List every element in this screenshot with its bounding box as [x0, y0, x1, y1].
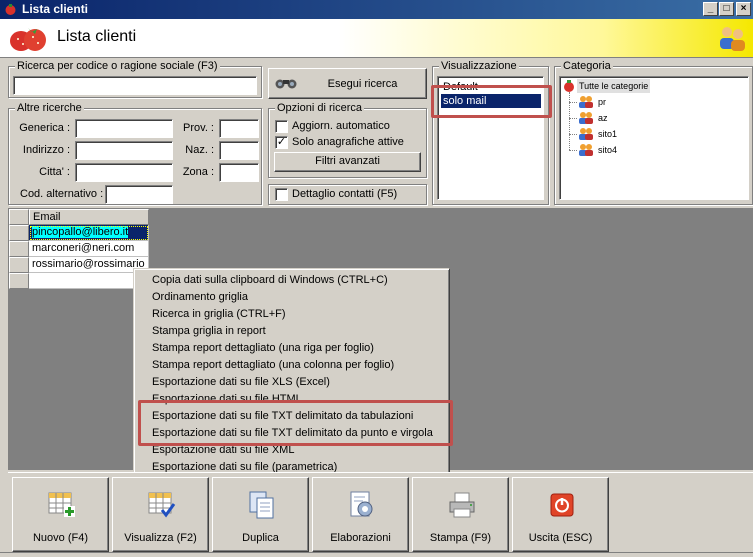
view-highlight-box	[431, 85, 552, 118]
grid-cell-email[interactable]: rossimario@rossimario	[29, 257, 149, 273]
citta-label: Citta' :	[39, 166, 70, 178]
cod-alt-label: Cod. alternativo :	[20, 188, 104, 200]
strawberry-small-icon	[564, 80, 574, 92]
menu-item-print-grid[interactable]: Stampa griglia in report	[152, 323, 266, 340]
generica-label: Generica :	[19, 122, 70, 134]
export-highlight-box	[138, 400, 453, 446]
indirizzo-input[interactable]	[75, 141, 173, 160]
zona-label: Zona :	[182, 166, 214, 178]
prov-input[interactable]	[219, 119, 259, 138]
only-active-label: Solo anagrafiche attive	[292, 136, 404, 148]
window-title: Lista clienti	[22, 2, 89, 16]
table-row[interactable]: marconeri@neri.com	[9, 241, 149, 257]
column-header-email[interactable]: Email	[29, 209, 149, 225]
new-grid-icon	[48, 492, 75, 517]
process-button-label: Elaborazioni	[330, 532, 391, 544]
menu-item-print-detail-row[interactable]: Stampa report dettagliato (una riga per …	[152, 340, 374, 357]
advanced-filters-button[interactable]: Filtri avanzati	[274, 152, 421, 172]
print-button[interactable]: Stampa (F9)	[412, 477, 509, 552]
tree-item-az[interactable]: az	[598, 111, 608, 125]
menu-item-sort-grid[interactable]: Ordinamento griglia	[152, 289, 248, 306]
table-row[interactable]: pincopallo@libero.it	[9, 225, 149, 241]
tree-item-root[interactable]: Tutte le categorie	[577, 79, 651, 93]
menu-item-print-detail-column[interactable]: Stampa report dettagliato (una colonna p…	[152, 357, 394, 374]
view-button[interactable]: Visualizza (F2)	[112, 477, 209, 552]
tree-item-sito4[interactable]: sito4	[598, 143, 617, 157]
indirizzo-label: Indirizzo :	[22, 144, 70, 156]
grid-cell-email[interactable]: marconeri@neri.com	[29, 241, 149, 257]
other-search-legend: Altre ricerche	[15, 102, 84, 114]
tree-item-sito1[interactable]: sito1	[598, 127, 617, 141]
zona-input[interactable]	[219, 163, 259, 182]
binoculars-icon	[275, 79, 297, 89]
view-legend: Visualizzazione	[439, 60, 519, 72]
auto-update-label: Aggiorn. automatico	[292, 120, 390, 132]
maximize-button[interactable]: □	[719, 2, 734, 16]
naz-input[interactable]	[219, 141, 259, 160]
group-icon	[579, 112, 593, 124]
cod-alt-input[interactable]	[105, 185, 173, 204]
process-icon	[350, 491, 373, 517]
exit-button[interactable]: Uscita (ESC)	[512, 477, 609, 552]
search-input[interactable]	[13, 76, 257, 95]
minimize-button[interactable]: _	[703, 2, 718, 16]
new-button-label: Nuovo (F4)	[32, 532, 89, 544]
citta-input[interactable]	[75, 163, 173, 182]
duplicate-button[interactable]: Duplica	[212, 477, 309, 552]
strawberry-icon	[10, 28, 46, 51]
status-bar	[0, 552, 753, 557]
search-legend: Ricerca per codice o ragione sociale (F3…	[15, 60, 220, 72]
power-icon	[550, 493, 574, 517]
search-button[interactable]: Esegui ricerca	[268, 68, 427, 99]
users-icon	[720, 27, 745, 51]
view-button-label: Visualizza (F2)	[124, 532, 197, 544]
contact-detail-checkbox[interactable]	[275, 188, 288, 201]
table-row[interactable]: rossimario@rossimario	[9, 257, 149, 273]
duplicate-icon	[249, 491, 274, 519]
app-icon	[5, 4, 16, 15]
page-title: Lista clienti	[57, 28, 137, 45]
page-header: Lista clienti	[0, 19, 753, 58]
search-button-label: Esegui ricerca	[327, 78, 398, 90]
tree-item-pr[interactable]: pr	[598, 95, 606, 109]
grid-header-row: Email	[9, 209, 149, 225]
window-titlebar: Lista clienti _ □ ×	[0, 0, 753, 19]
group-icon	[579, 128, 593, 140]
new-button[interactable]: Nuovo (F4)	[12, 477, 109, 552]
group-icon	[579, 144, 593, 156]
options-legend: Opzioni di ricerca	[275, 102, 364, 114]
only-active-checkbox[interactable]: ✓	[275, 136, 288, 149]
exit-button-label: Uscita (ESC)	[528, 532, 593, 544]
view-grid-icon	[148, 492, 176, 518]
table-row-empty	[9, 273, 149, 289]
category-tree[interactable]: Tutte le categorie pr az sito1 sito4	[559, 76, 749, 200]
category-legend: Categoria	[561, 60, 613, 72]
context-menu: Copia dati sulla clipboard di Windows (C…	[133, 268, 450, 478]
close-button[interactable]: ×	[736, 2, 751, 16]
naz-label: Naz. :	[185, 144, 214, 156]
process-button[interactable]: Elaborazioni	[312, 477, 409, 552]
duplicate-button-label: Duplica	[242, 532, 279, 544]
menu-item-copy-clipboard[interactable]: Copia dati sulla clipboard di Windows (C…	[152, 272, 388, 289]
generica-input[interactable]	[75, 119, 173, 138]
contact-detail-label: Dettaglio contatti (F5)	[292, 188, 398, 200]
printer-icon	[449, 492, 475, 518]
print-button-label: Stampa (F9)	[429, 532, 492, 544]
prov-label: Prov. :	[183, 122, 214, 134]
group-icon	[579, 96, 593, 108]
grid-cell-email[interactable]: pincopallo@libero.it	[29, 225, 149, 241]
auto-update-checkbox[interactable]	[275, 120, 288, 133]
menu-item-export-xls[interactable]: Esportazione dati su file XLS (Excel)	[152, 374, 330, 391]
menu-item-search-grid[interactable]: Ricerca in griglia (CTRL+F)	[152, 306, 286, 323]
